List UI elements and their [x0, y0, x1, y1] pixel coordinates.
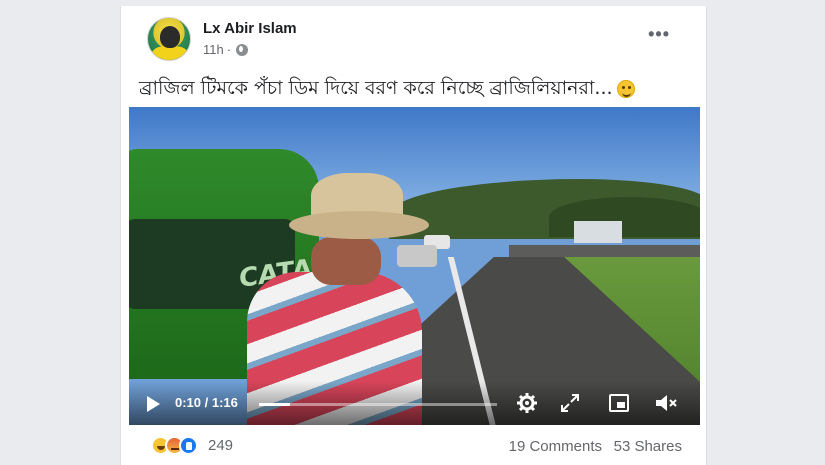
gear-icon[interactable]	[517, 393, 537, 413]
post-text: ব্রাজিল টিমকে পঁচা ডিম দিয়ে বরণ করে নিচ…	[139, 74, 646, 106]
avatar-face	[160, 26, 180, 48]
video-building	[574, 221, 622, 243]
video-time: 0:10 / 1:16	[175, 395, 238, 410]
more-options-icon[interactable]: •••	[648, 24, 670, 45]
video-controls: 0:10 / 1:16	[129, 381, 700, 425]
volume-muted-icon[interactable]	[655, 393, 679, 413]
video-progress-bar[interactable]	[259, 403, 497, 406]
comments-count[interactable]: 19 Comments	[509, 438, 602, 455]
picture-in-picture-icon[interactable]	[609, 394, 629, 412]
video-player[interactable]: CATA 0:10 / 1:16	[129, 107, 700, 425]
post-card: Lx Abir Islam 11h · ••• ব্রাজিল টিমকে পঁ…	[120, 6, 707, 465]
avatar-shirt	[152, 46, 188, 60]
post-time[interactable]: 11h	[203, 42, 224, 57]
reaction-count: 249	[208, 437, 234, 454]
video-car	[397, 245, 437, 267]
like-icon	[179, 436, 198, 455]
fullscreen-icon[interactable]	[561, 394, 579, 412]
shares-count[interactable]: 53 Shares	[614, 438, 682, 455]
post-meta: 11h ·	[203, 42, 249, 57]
video-man-neck	[311, 237, 381, 285]
video-progress-fill	[259, 403, 290, 406]
video-hat-brim	[289, 211, 429, 239]
play-icon[interactable]	[147, 396, 160, 412]
meta-separator: ·	[226, 42, 232, 57]
globe-icon	[236, 43, 249, 56]
author-avatar[interactable]	[147, 17, 191, 61]
grinning-face-icon	[616, 79, 635, 98]
post-footer: 249 19 Comments 53 Shares	[121, 432, 706, 462]
reactions-summary[interactable]: 249	[151, 436, 233, 455]
post-text-content: ব্রাজিল টিমকে পঁচা ডিম দিয়ে বরণ করে নিচ…	[139, 77, 613, 99]
author-name[interactable]: Lx Abir Islam	[203, 20, 297, 37]
video-hills-far	[549, 197, 700, 237]
